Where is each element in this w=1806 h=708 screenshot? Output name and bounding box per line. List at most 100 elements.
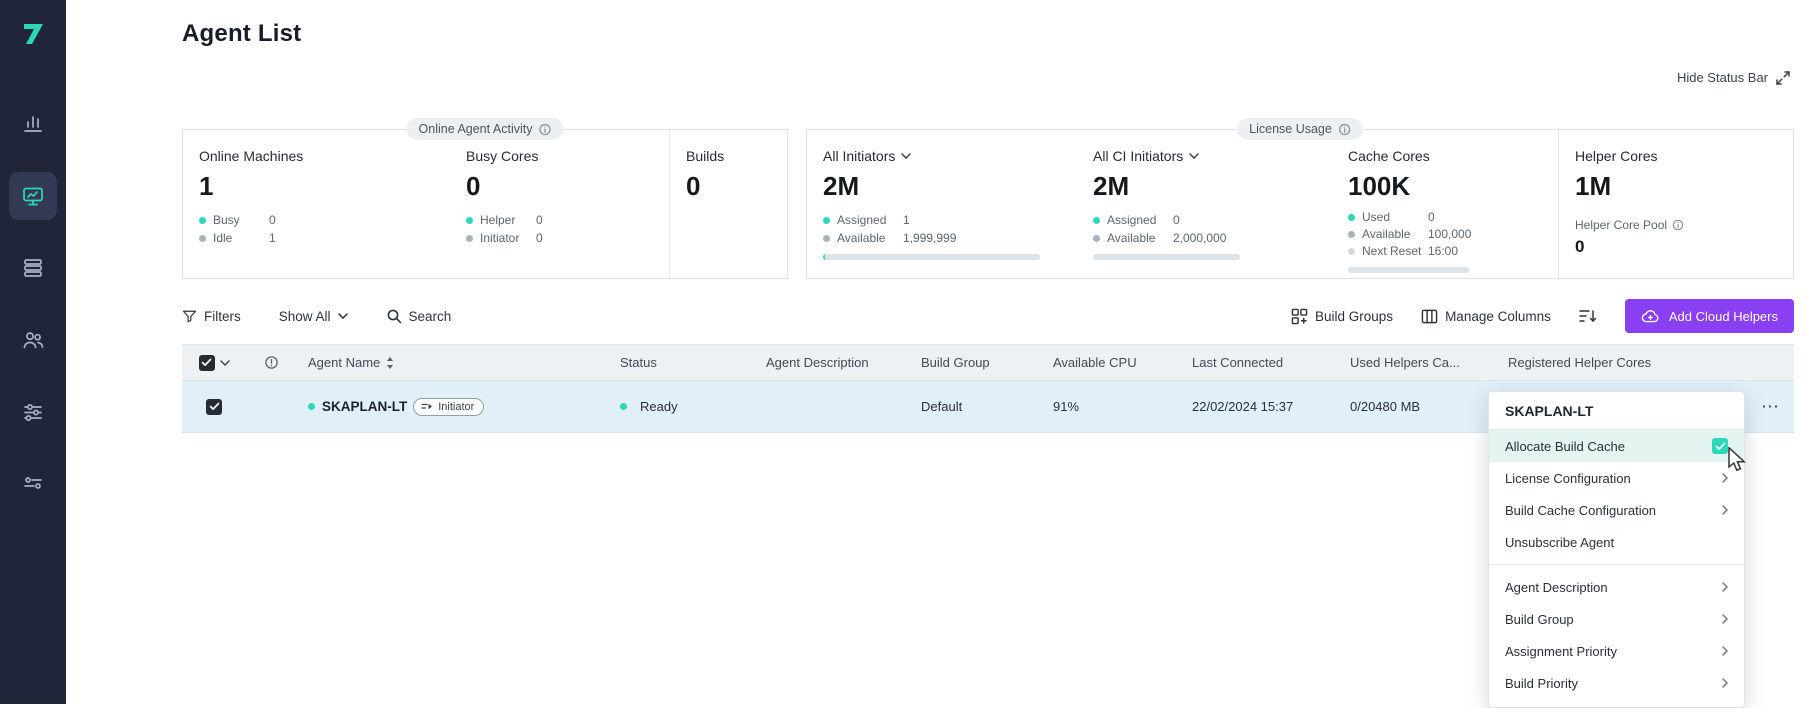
legend-used: Used0: [1348, 210, 1558, 224]
manage-columns-button[interactable]: Manage Columns: [1421, 308, 1551, 325]
stat-all-ci-initiators: All CI Initiators 2M Assigned0 Available…: [1077, 130, 1332, 278]
alert-circle-icon[interactable]: [264, 355, 279, 370]
column-used-helpers[interactable]: Used Helpers Ca...: [1338, 355, 1496, 370]
check-icon: [1715, 442, 1726, 451]
chevron-right-icon: [1722, 646, 1728, 656]
context-menu-title: SKAPLAN-LT: [1489, 392, 1744, 430]
column-agent-description[interactable]: Agent Description: [754, 355, 909, 370]
sidebar-item-settings[interactable]: [9, 388, 57, 436]
stat-builds: Builds 0: [669, 130, 787, 278]
initiator-icon: [421, 402, 433, 411]
check-icon: [209, 402, 220, 411]
initiator-badge: Initiator: [413, 398, 484, 416]
logo-icon: [18, 18, 48, 48]
stat-value: 0: [686, 171, 787, 202]
legend-dot: [199, 217, 206, 224]
column-build-group[interactable]: Build Group: [909, 355, 1041, 370]
column-available-cpu[interactable]: Available CPU: [1041, 355, 1180, 370]
sidebar: [0, 0, 66, 704]
column-last-connected[interactable]: Last Connected: [1180, 355, 1338, 370]
legend-assigned: Assigned1: [823, 213, 1077, 227]
stat-value: 0: [466, 171, 669, 202]
app-logo[interactable]: [0, 0, 66, 66]
manage-columns-icon: [1421, 308, 1438, 325]
info-icon[interactable]: [1672, 219, 1684, 231]
menu-divider: [1489, 564, 1744, 565]
sort-arrows-icon[interactable]: [386, 357, 394, 369]
stat-value: 1: [199, 171, 450, 202]
search-button[interactable]: Search: [386, 308, 452, 324]
sort-order-button[interactable]: [1579, 308, 1597, 324]
chevron-down-icon[interactable]: [1189, 153, 1199, 159]
ready-status-dot: [620, 403, 627, 410]
layers-icon: [21, 256, 45, 280]
menu-item-build-priority[interactable]: Build Priority: [1489, 667, 1744, 699]
users-icon: [21, 328, 45, 352]
table-header: Agent Name Status Agent Description Buil…: [182, 344, 1794, 381]
row-more-button[interactable]: ⋯: [1761, 396, 1780, 417]
stat-online-machines: Online Machines 1 Busy0 Idle1: [183, 130, 450, 278]
menu-item-license-configuration[interactable]: License Configuration: [1489, 462, 1744, 494]
stat-value: 1M: [1575, 171, 1793, 202]
show-all-dropdown[interactable]: Show All: [279, 309, 348, 324]
menu-item-unsubscribe-agent[interactable]: Unsubscribe Agent: [1489, 526, 1744, 558]
chevron-down-icon: [338, 313, 348, 319]
online-agent-activity-panel: Online Agent Activity Online Machines 1 …: [182, 129, 788, 279]
cloud-plus-icon: [1641, 309, 1660, 323]
build-group-cell: Default: [909, 399, 1041, 414]
sidebar-item-users[interactable]: [9, 316, 57, 364]
legend-initiator: Initiator0: [466, 231, 669, 245]
pipeline-icon: [21, 471, 45, 495]
info-icon[interactable]: [538, 123, 551, 136]
stat-value: 100K: [1348, 171, 1558, 202]
menu-item-agent-description[interactable]: Agent Description: [1489, 571, 1744, 603]
filter-icon: [182, 309, 197, 324]
filters-button[interactable]: Filters: [182, 309, 241, 324]
select-all-checkbox[interactable]: [199, 355, 215, 371]
page-title: Agent List: [182, 20, 301, 48]
menu-item-build-group[interactable]: Build Group: [1489, 603, 1744, 635]
build-groups-icon: [1291, 308, 1308, 325]
helper-core-pool-value: 0: [1575, 237, 1793, 257]
helper-core-pool-label: Helper Core Pool: [1575, 218, 1793, 232]
legend-dot: [1093, 235, 1100, 242]
column-status[interactable]: Status: [608, 355, 754, 370]
initiators-usage-bar: [823, 254, 1040, 260]
allocate-build-cache-checkbox[interactable]: [1712, 438, 1728, 454]
sidebar-item-agents[interactable]: [9, 172, 57, 220]
stat-cache-cores: Cache Cores 100K Used0 Available100,000 …: [1332, 130, 1558, 278]
legend-dot: [199, 235, 206, 242]
license-usage-panel: License Usage All Initiators 2M Assigned…: [806, 129, 1794, 279]
sort-icon: [1579, 308, 1597, 324]
check-icon: [201, 358, 212, 367]
menu-item-build-cache-configuration[interactable]: Build Cache Configuration: [1489, 494, 1744, 526]
agents-icon: [21, 184, 45, 208]
sidebar-item-builds[interactable]: [9, 244, 57, 292]
chevron-right-icon: [1722, 678, 1728, 688]
chevron-down-icon[interactable]: [901, 153, 911, 159]
menu-item-allocate-build-cache[interactable]: Allocate Build Cache: [1489, 430, 1744, 462]
online-agent-activity-title: Online Agent Activity: [407, 118, 564, 140]
hide-status-bar-button[interactable]: Hide Status Bar: [1677, 70, 1790, 85]
legend-dot: [1348, 231, 1355, 238]
build-groups-button[interactable]: Build Groups: [1291, 308, 1393, 325]
menu-item-assignment-priority[interactable]: Assignment Priority: [1489, 635, 1744, 667]
add-cloud-helpers-button[interactable]: Add Cloud Helpers: [1625, 299, 1794, 333]
chevron-right-icon: [1722, 505, 1728, 515]
column-agent-name[interactable]: Agent Name: [296, 355, 608, 370]
info-icon[interactable]: [1338, 123, 1351, 136]
column-registered-helper-cores[interactable]: Registered Helper Cores: [1496, 355, 1794, 370]
legend-available: Available100,000: [1348, 227, 1558, 241]
select-options-chevron-icon[interactable]: [220, 360, 230, 366]
stat-value: 2M: [1093, 171, 1332, 202]
collapse-icon: [1776, 71, 1790, 85]
legend-dot: [466, 235, 473, 242]
legend-busy: Busy0: [199, 213, 450, 227]
agent-name[interactable]: SKAPLAN-LT: [322, 399, 407, 414]
legend-helper: Helper0: [466, 213, 669, 227]
stat-busy-cores: Busy Cores 0 Helper0 Initiator0: [450, 130, 669, 278]
sidebar-item-pipelines[interactable]: [9, 459, 57, 507]
sidebar-item-dashboard[interactable]: [9, 99, 57, 147]
ci-initiators-usage-bar: [1093, 254, 1240, 260]
row-checkbox[interactable]: [206, 399, 222, 415]
